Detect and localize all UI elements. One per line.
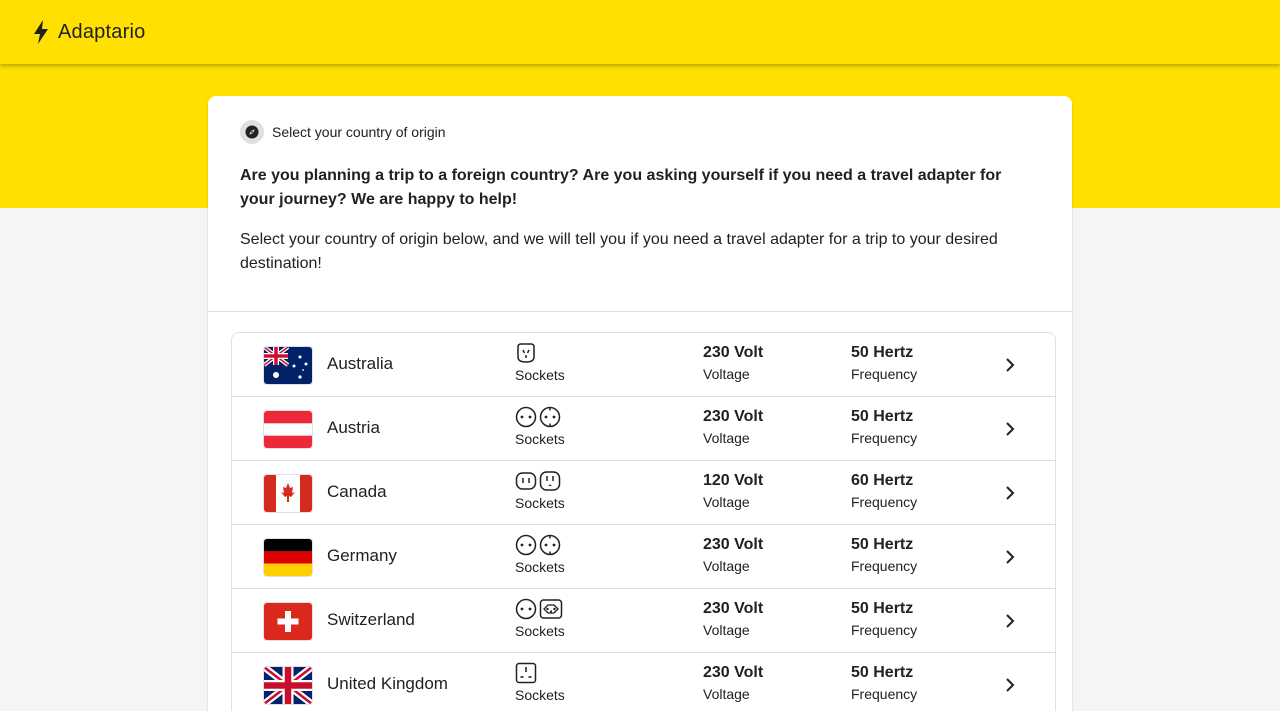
- chevron-right-icon[interactable]: [1002, 485, 1018, 501]
- voltage-info: 230 Volt Voltage: [703, 599, 763, 638]
- voltage-label: Voltage: [703, 622, 750, 638]
- sockets-info: Sockets: [515, 662, 605, 703]
- voltage-label: Voltage: [703, 366, 750, 382]
- chevron-right-icon[interactable]: [1002, 357, 1018, 373]
- type-c-socket-icon: [515, 598, 537, 620]
- frequency-label: Frequency: [851, 430, 918, 446]
- united-kingdom-flag: [264, 667, 312, 704]
- sockets-label: Sockets: [515, 367, 565, 383]
- frequency-value: 60 Hertz: [851, 472, 914, 489]
- type-f-socket-icon: [539, 534, 561, 556]
- country-name: Canada: [327, 482, 387, 501]
- voltage-label: Voltage: [703, 558, 750, 574]
- country-row-australia[interactable]: Australia Sockets 230 Volt Voltage 50 He…: [232, 333, 1055, 397]
- germany-flag: [264, 539, 312, 576]
- country-row-switzerland[interactable]: Switzerland Sockets 230 Volt Voltage 50 …: [232, 589, 1055, 653]
- compass-icon: [240, 120, 264, 144]
- country-row-united-kingdom[interactable]: United Kingdom Sockets 230 Volt Voltage …: [232, 653, 1055, 711]
- frequency-info: 60 Hertz Frequency: [851, 471, 917, 510]
- frequency-info: 50 Hertz Frequency: [851, 599, 917, 638]
- type-f-socket-icon: [539, 406, 561, 428]
- type-b-socket-icon: [539, 470, 561, 492]
- sockets-label: Sockets: [515, 495, 565, 511]
- country-row-canada[interactable]: Canada Sockets 120 Volt Voltage 60 Hertz…: [232, 461, 1055, 525]
- type-a-socket-icon: [515, 470, 537, 492]
- country-list: Australia Sockets 230 Volt Voltage 50 He…: [231, 332, 1056, 711]
- frequency-info: 50 Hertz Frequency: [851, 663, 917, 702]
- lightning-bolt-icon: [30, 19, 52, 45]
- chevron-right-icon[interactable]: [1002, 677, 1018, 693]
- voltage-info: 230 Volt Voltage: [703, 535, 763, 574]
- voltage-value: 230 Volt: [703, 536, 764, 553]
- type-c-socket-icon: [515, 406, 537, 428]
- voltage-label: Voltage: [703, 686, 750, 702]
- country-name: Austria: [327, 418, 380, 437]
- switzerland-flag: [264, 603, 312, 640]
- chevron-right-icon[interactable]: [1002, 549, 1018, 565]
- frequency-value: 50 Hertz: [851, 344, 914, 361]
- chevron-right-icon[interactable]: [1002, 613, 1018, 629]
- voltage-info: 120 Volt Voltage: [703, 471, 763, 510]
- type-g-socket-icon: [515, 662, 537, 684]
- chevron-right-icon[interactable]: [1002, 421, 1018, 437]
- sockets-label: Sockets: [515, 687, 565, 703]
- sockets-label: Sockets: [515, 559, 565, 575]
- sockets-label: Sockets: [515, 623, 565, 639]
- frequency-info: 50 Hertz Frequency: [851, 535, 917, 574]
- frequency-value: 50 Hertz: [851, 664, 914, 681]
- country-row-germany[interactable]: Germany Sockets 230 Volt Voltage 50 Hert…: [232, 525, 1055, 589]
- voltage-value: 120 Volt: [703, 472, 764, 489]
- voltage-value: 230 Volt: [703, 600, 764, 617]
- type-c-socket-icon: [515, 534, 537, 556]
- country-row-austria[interactable]: Austria Sockets 230 Volt Voltage 50 Hert…: [232, 397, 1055, 461]
- sockets-info: Sockets: [515, 342, 605, 383]
- frequency-label: Frequency: [851, 686, 918, 702]
- voltage-info: 230 Volt Voltage: [703, 663, 763, 702]
- austria-flag: [264, 411, 312, 448]
- frequency-info: 50 Hertz Frequency: [851, 407, 917, 446]
- brand[interactable]: Adaptario: [30, 19, 145, 45]
- country-name: Australia: [327, 354, 394, 373]
- intro-text: Are you planning a trip to a foreign cou…: [240, 167, 1002, 208]
- country-name: United Kingdom: [327, 674, 448, 693]
- card-subtitle: Select your country of origin: [272, 124, 446, 140]
- frequency-value: 50 Hertz: [851, 408, 914, 425]
- frequency-label: Frequency: [851, 366, 918, 382]
- frequency-value: 50 Hertz: [851, 600, 914, 617]
- description-text: Select your country of origin below, and…: [240, 231, 998, 272]
- frequency-info: 50 Hertz Frequency: [851, 343, 917, 382]
- frequency-label: Frequency: [851, 622, 918, 638]
- frequency-value: 50 Hertz: [851, 536, 914, 553]
- voltage-label: Voltage: [703, 494, 750, 510]
- type-i-socket-icon: [515, 342, 537, 364]
- voltage-label: Voltage: [703, 430, 750, 446]
- frequency-label: Frequency: [851, 558, 918, 574]
- voltage-info: 230 Volt Voltage: [703, 407, 763, 446]
- app-title: Adaptario: [58, 20, 146, 43]
- country-selection-card: Select your country of origin Are you pl…: [208, 96, 1072, 711]
- frequency-label: Frequency: [851, 494, 918, 510]
- sockets-info: Sockets: [515, 534, 605, 575]
- canada-flag: [264, 475, 312, 512]
- sockets-info: Sockets: [515, 470, 605, 511]
- country-name: Switzerland: [327, 610, 415, 629]
- type-j-socket-icon: [539, 598, 563, 620]
- voltage-value: 230 Volt: [703, 408, 764, 425]
- australia-flag: [264, 347, 312, 384]
- country-name: Germany: [327, 546, 397, 565]
- sockets-label: Sockets: [515, 431, 565, 447]
- voltage-value: 230 Volt: [703, 344, 764, 361]
- voltage-value: 230 Volt: [703, 664, 764, 681]
- voltage-info: 230 Volt Voltage: [703, 343, 763, 382]
- card-subtitle-row: Select your country of origin: [240, 120, 1040, 144]
- app-header: Adaptario: [0, 0, 1280, 64]
- sockets-info: Sockets: [515, 598, 605, 639]
- sockets-info: Sockets: [515, 406, 605, 447]
- card-header: Select your country of origin Are you pl…: [208, 96, 1072, 312]
